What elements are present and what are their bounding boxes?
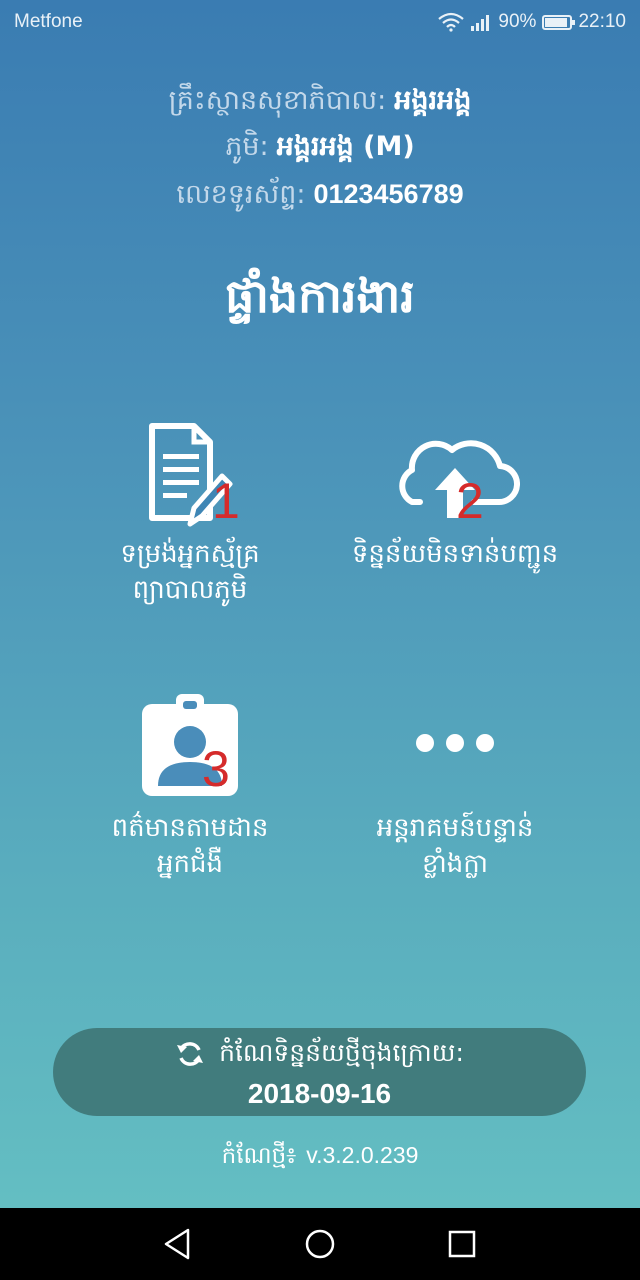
facility-label: គ្រឹះស្ថានសុខាភិបាល: bbox=[168, 85, 387, 116]
tile-number-badge: 1 bbox=[212, 473, 240, 529]
wifi-icon bbox=[438, 12, 465, 32]
phone-label: លេខទូរស័ព្ទ: bbox=[176, 179, 306, 210]
home-icon[interactable] bbox=[302, 1226, 338, 1262]
tile-label: ទិន្នន័យមិនទាន់បញ្ជូន bbox=[305, 536, 605, 572]
home-screen: Metfone 90% 22:10 គ្រឹះស្ថានសុខាភិបាល: អង… bbox=[0, 0, 640, 1280]
signal-icon bbox=[471, 15, 490, 31]
dot bbox=[446, 734, 464, 752]
carrier-name: Metfone bbox=[14, 11, 83, 32]
cloud-upload-icon bbox=[399, 440, 520, 518]
battery-percent: 90% bbox=[498, 11, 537, 32]
version-row: កំណែថ្មី៖ v.3.2.0.239 bbox=[0, 1142, 640, 1175]
tile-icon-wrap: 2 bbox=[390, 420, 520, 532]
sync-label: កំណែទិន្នន័យថ្មីចុងក្រោយ: bbox=[219, 1038, 464, 1067]
tile-label: អន្តរាគមន៍បន្ទាន់ ខ្លាំងក្លា bbox=[305, 810, 605, 882]
refresh-icon bbox=[177, 1042, 204, 1066]
tile-icon-wrap: 1 bbox=[130, 420, 250, 532]
tile-label: ពត៌មានតាមដាន អ្នកជំងឺ bbox=[40, 810, 340, 882]
patient-followup-tile[interactable]: 3 ពត៌មានតាមដាន អ្នកជំងឺ bbox=[40, 694, 340, 882]
tile-label-line1: ពត៌មានតាមដាន bbox=[111, 813, 269, 843]
tile-icon-wrap bbox=[405, 694, 505, 806]
status-indicators: 90% 22:10 bbox=[438, 11, 626, 33]
dot bbox=[416, 734, 434, 752]
clock: 22:10 bbox=[578, 11, 626, 32]
version-label: កំណែថ្មី៖ bbox=[221, 1143, 297, 1169]
tile-label-line2: ព្យាបាលភូមិ bbox=[132, 575, 248, 605]
tile-label-line1: អន្តរាគមន៍បន្ទាន់ bbox=[376, 813, 534, 843]
battery-icon bbox=[542, 14, 576, 30]
phone-row: លេខទូរស័ព្ទ: 0123456789 bbox=[0, 178, 640, 217]
page-title: ផ្ទាំងការងារ bbox=[225, 269, 415, 323]
sync-date: 2018-09-16 bbox=[247, 1078, 392, 1109]
recent-apps-icon[interactable] bbox=[444, 1226, 480, 1262]
status-bar: Metfone 90% 22:10 bbox=[0, 0, 640, 44]
more-dots-icon bbox=[405, 694, 505, 766]
sync-row: កំណែទិន្នន័យថ្មីចុងក្រោយ: bbox=[53, 1038, 586, 1074]
village-value: អង្គរអង្គ (M) bbox=[276, 131, 415, 162]
facility-value: អង្គរអង្គ bbox=[394, 85, 472, 116]
tile-icon-wrap: 3 bbox=[140, 694, 240, 806]
village-label: ភូមិ: bbox=[225, 131, 269, 162]
village-row: ភូមិ: អង្គរអង្គ (M) bbox=[0, 130, 640, 169]
battery-fill bbox=[545, 17, 567, 27]
tile-label-line1: ទម្រង់អ្នកស្ម័គ្រ bbox=[120, 539, 260, 569]
dot bbox=[476, 734, 494, 752]
unsent-data-tile[interactable]: 2 ទិន្នន័យមិនទាន់បញ្ជូន bbox=[305, 420, 605, 572]
navigation-bar bbox=[0, 1208, 640, 1280]
vhsg-form-tile[interactable]: 1 ទម្រង់អ្នកស្ម័គ្រ ព្យាបាលភូមិ bbox=[40, 420, 340, 608]
phone-value: 0123456789 bbox=[313, 179, 464, 209]
facility-row: គ្រឹះស្ថានសុខាភិបាល: អង្គរអង្គ bbox=[0, 84, 640, 123]
back-icon[interactable] bbox=[160, 1226, 196, 1262]
tile-number-badge: 2 bbox=[456, 473, 484, 529]
tile-number-badge: 3 bbox=[202, 741, 230, 797]
tile-label: ទម្រង់អ្នកស្ម័គ្រ ព្យាបាលភូមិ bbox=[40, 536, 340, 608]
tile-label-line2: អ្នកជំងឺ bbox=[156, 849, 223, 879]
sync-button[interactable]: កំណែទិន្នន័យថ្មីចុងក្រោយ: 2018-09-16 bbox=[53, 1028, 586, 1116]
version-value: v.3.2.0.239 bbox=[306, 1142, 419, 1168]
tile-label-line1: ទិន្នន័យមិនទាន់បញ្ជូន bbox=[351, 539, 559, 569]
tile-label-line2: ខ្លាំងក្លា bbox=[421, 849, 488, 879]
emergency-tile[interactable]: អន្តរាគមន៍បន្ទាន់ ខ្លាំងក្លា bbox=[305, 694, 605, 882]
